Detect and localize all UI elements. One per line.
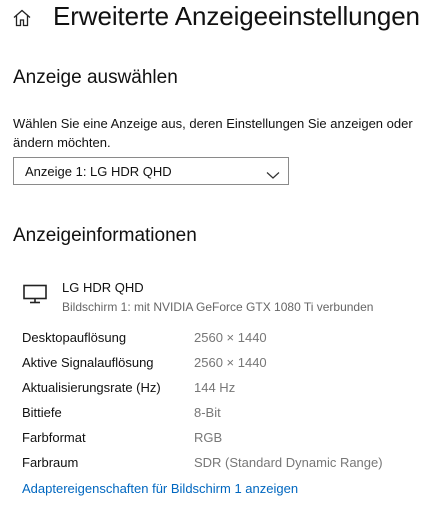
adapter-properties-link[interactable]: Adaptereigenschaften für Bildschirm 1 an… bbox=[22, 481, 298, 496]
info-label: Desktopauflösung bbox=[22, 330, 127, 345]
select-display-description: Wählen Sie eine Anzeige aus, deren Einst… bbox=[13, 116, 413, 150]
info-row-color-space: Farbraum SDR (Standard Dynamic Range) bbox=[22, 455, 432, 475]
select-display-heading: Anzeige auswählen bbox=[13, 67, 178, 88]
info-value: 8-Bit bbox=[194, 405, 221, 420]
info-label: Aktive Signalauflösung bbox=[22, 355, 154, 370]
display-connection-info: Bildschirm 1: mit NVIDIA GeForce GTX 108… bbox=[62, 300, 374, 314]
info-value: 2560 × 1440 bbox=[194, 355, 267, 370]
display-info-heading: Anzeigeinformationen bbox=[13, 225, 197, 246]
page-header: Erweiterte Anzeigeeinstellungen bbox=[0, 0, 448, 40]
info-value: 2560 × 1440 bbox=[194, 330, 267, 345]
home-icon[interactable] bbox=[12, 8, 32, 28]
info-row-desktop-resolution: Desktopauflösung 2560 × 1440 bbox=[22, 330, 432, 350]
info-value: SDR (Standard Dynamic Range) bbox=[194, 455, 383, 470]
page-title: Erweiterte Anzeigeeinstellungen bbox=[53, 1, 420, 31]
monitor-icon bbox=[22, 284, 48, 304]
info-row-color-format: Farbformat RGB bbox=[22, 430, 432, 450]
info-label: Aktualisierungsrate (Hz) bbox=[22, 380, 161, 395]
info-label: Bittiefe bbox=[22, 405, 62, 420]
info-label: Farbformat bbox=[22, 430, 86, 445]
info-row-bit-depth: Bittiefe 8-Bit bbox=[22, 405, 432, 425]
chevron-down-icon bbox=[266, 167, 280, 179]
display-select-dropdown[interactable]: Anzeige 1: LG HDR QHD bbox=[13, 157, 289, 185]
info-value: 144 Hz bbox=[194, 380, 236, 395]
display-select-value: Anzeige 1: LG HDR QHD bbox=[25, 164, 172, 179]
info-row-refresh-rate: Aktualisierungsrate (Hz) 144 Hz bbox=[22, 380, 432, 400]
info-label: Farbraum bbox=[22, 455, 79, 470]
display-name: LG HDR QHD bbox=[62, 280, 144, 295]
info-value: RGB bbox=[194, 430, 223, 445]
info-row-active-signal-resolution: Aktive Signalauflösung 2560 × 1440 bbox=[22, 355, 432, 375]
